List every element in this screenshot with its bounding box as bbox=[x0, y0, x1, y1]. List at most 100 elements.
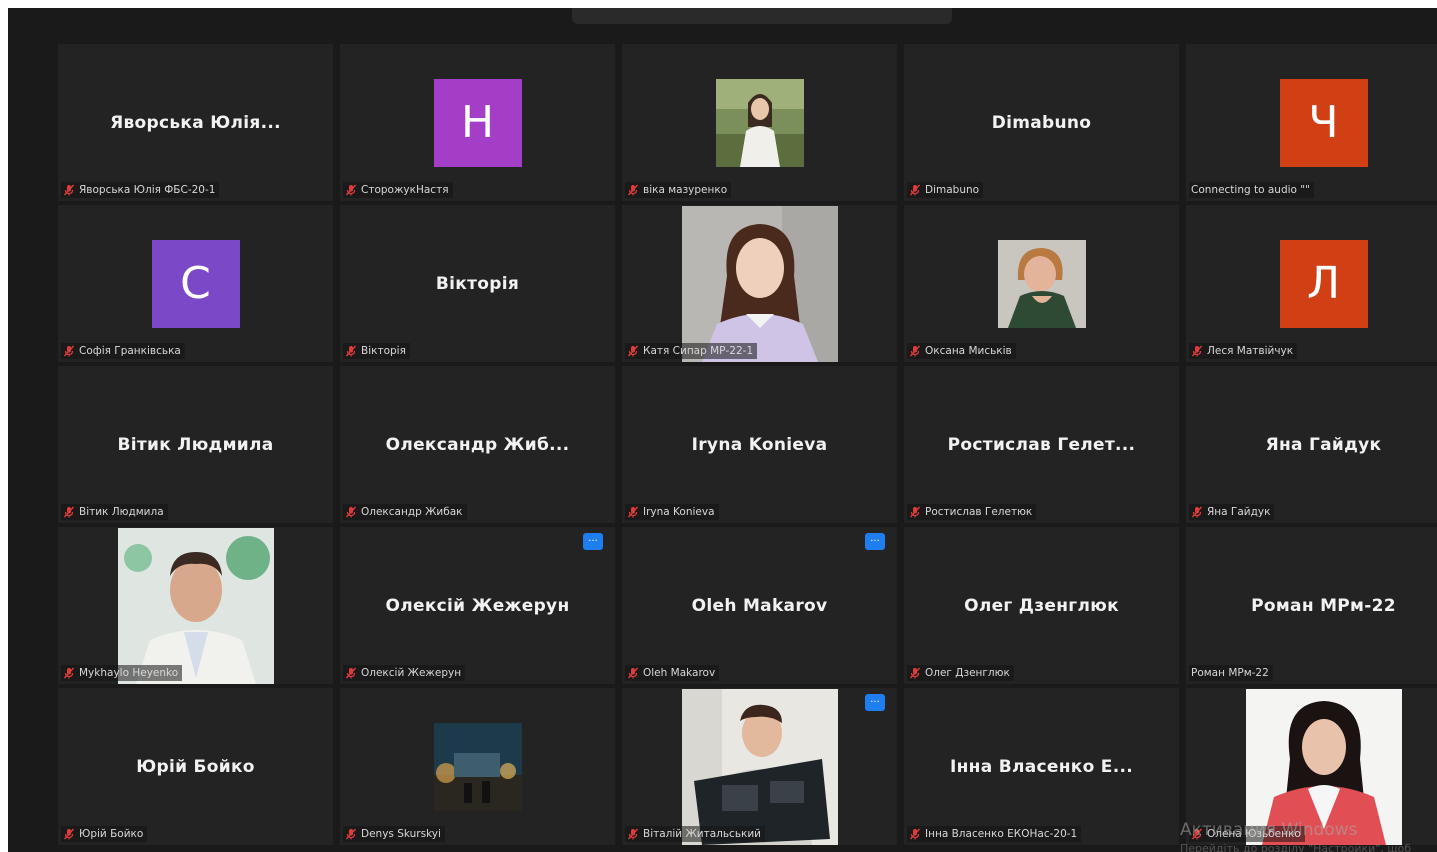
muted-mic-icon bbox=[627, 828, 639, 840]
participant-tile[interactable]: Роман МРм-22 Роман МРм-22 bbox=[1186, 527, 1437, 684]
participant-display-name: Dimabuno bbox=[991, 112, 1092, 133]
more-options-button[interactable]: ... bbox=[865, 533, 885, 550]
participant-label-text: Ростислав Гелетюк bbox=[925, 506, 1033, 518]
participant-tile[interactable]: Олександр Жиб... Олександр Жибак bbox=[340, 366, 615, 523]
participant-tile[interactable]: С Софія Гранківська bbox=[58, 205, 333, 362]
participant-avatar: Н bbox=[433, 78, 522, 167]
participant-name-label: Роман МРм-22 bbox=[1189, 665, 1273, 681]
participant-tile[interactable]: віка мазуренко bbox=[622, 44, 897, 201]
participant-label-text: Катя Сипар МР-22-1 bbox=[643, 345, 754, 357]
night-scene-photo bbox=[433, 722, 522, 811]
participant-label-text: Олексій Жежерун bbox=[361, 667, 462, 679]
participant-label-text: Mykhaylo Heyenko bbox=[79, 667, 179, 679]
participant-name-label: Катя Сипар МР-22-1 bbox=[625, 343, 758, 359]
muted-mic-icon bbox=[909, 828, 921, 840]
muted-mic-icon bbox=[345, 667, 357, 679]
participant-name-label: Олександр Жибак bbox=[343, 504, 467, 520]
participant-label-text: Яна Гайдук bbox=[1207, 506, 1271, 518]
muted-mic-icon bbox=[345, 828, 357, 840]
muted-mic-icon bbox=[1191, 506, 1203, 518]
participant-label-text: Олександр Жибак bbox=[361, 506, 463, 518]
participant-tile[interactable]: Oleh Makarov... Oleh Makarov bbox=[622, 527, 897, 684]
muted-mic-icon bbox=[63, 184, 75, 196]
participant-label-text: Denys Skurskyi bbox=[361, 828, 441, 840]
participant-display-name: Олексій Жежерун bbox=[385, 595, 570, 616]
participant-display-name: Юрій Бойко bbox=[136, 756, 255, 777]
participant-name-label: Ростислав Гелетюк bbox=[907, 504, 1037, 520]
participant-tile[interactable]: Яворська Юлія... Яворська Юлія ФБС-20-1 bbox=[58, 44, 333, 201]
participant-avatar: Л bbox=[1279, 239, 1368, 328]
muted-mic-icon bbox=[909, 506, 921, 518]
participant-display-name: Яворська Юлія... bbox=[110, 112, 281, 133]
participant-name-label: Віталій Житальський bbox=[625, 826, 765, 842]
participant-tile[interactable]: Юрій Бойко Юрій Бойко bbox=[58, 688, 333, 845]
more-options-button[interactable]: ... bbox=[583, 533, 603, 550]
participant-label-text: Леся Матвійчук bbox=[1207, 345, 1294, 357]
participant-label-text: Connecting to audio "" bbox=[1191, 184, 1310, 196]
participant-display-name: Інна Власенко Е... bbox=[950, 756, 1133, 777]
participant-tile[interactable]: Олег Дзенглюк Олег Дзенглюк bbox=[904, 527, 1179, 684]
participant-tile[interactable]: Катя Сипар МР-22-1 bbox=[622, 205, 897, 362]
participant-name-label: СторожукНастя bbox=[343, 182, 453, 198]
participant-tile[interactable]: Н СторожукНастя bbox=[340, 44, 615, 201]
participant-name-label: Вікторія bbox=[343, 343, 410, 359]
woman-in-field-photo bbox=[715, 78, 804, 167]
participant-display-name: Олег Дзенглюк bbox=[964, 595, 1119, 616]
muted-mic-icon bbox=[627, 506, 639, 518]
participant-tile[interactable]: ... Віталій Житальський bbox=[622, 688, 897, 845]
participant-tile[interactable]: Олексій Жежерун... Олексій Жежерун bbox=[340, 527, 615, 684]
participant-tile[interactable]: Dimabuno Dimabuno bbox=[904, 44, 1179, 201]
muted-mic-icon bbox=[345, 184, 357, 196]
participant-tile[interactable]: Iryna Konieva Iryna Konieva bbox=[622, 366, 897, 523]
muted-mic-icon bbox=[345, 506, 357, 518]
participant-label-text: СторожукНастя bbox=[361, 184, 449, 196]
participant-tile[interactable]: Mykhaylo Heyenko bbox=[58, 527, 333, 684]
muted-mic-icon bbox=[627, 667, 639, 679]
participant-name-label: Oleh Makarov bbox=[625, 665, 720, 681]
participant-label-text: Вітик Людмила bbox=[79, 506, 164, 518]
participant-label-text: Вікторія bbox=[361, 345, 406, 357]
participant-label-text: Роман МРм-22 bbox=[1191, 667, 1269, 679]
participant-tile[interactable]: Ч Connecting to audio "" bbox=[1186, 44, 1437, 201]
participant-name-label: віка мазуренко bbox=[625, 182, 732, 198]
muted-mic-icon bbox=[909, 667, 921, 679]
participant-label-text: Софія Гранківська bbox=[79, 345, 181, 357]
participant-name-label: Яна Гайдук bbox=[1189, 504, 1275, 520]
participant-name-label: Iryna Konieva bbox=[625, 504, 719, 520]
participant-display-name: Роман МРм-22 bbox=[1251, 595, 1396, 616]
participant-label-text: Інна Власенко ЕКОНас-20-1 bbox=[925, 828, 1078, 840]
participant-name-label: Інна Власенко ЕКОНас-20-1 bbox=[907, 826, 1082, 842]
participant-tile[interactable]: Оксана Миськів bbox=[904, 205, 1179, 362]
participant-tile[interactable]: Вікторія Вікторія bbox=[340, 205, 615, 362]
top-toolbar[interactable] bbox=[572, 8, 952, 24]
participant-name-label: Олег Дзенглюк bbox=[907, 665, 1014, 681]
participant-label-text: Юрій Бойко bbox=[79, 828, 144, 840]
participant-name-label: Оксана Миськів bbox=[907, 343, 1016, 359]
participant-label-text: Iryna Konieva bbox=[643, 506, 715, 518]
participant-tile[interactable]: Denys Skurskyi bbox=[340, 688, 615, 845]
muted-mic-icon bbox=[627, 345, 639, 357]
meeting-gallery-window: Яворська Юлія... Яворська Юлія ФБС-20-1 Н С… bbox=[8, 8, 1437, 852]
muted-mic-icon bbox=[63, 345, 75, 357]
participant-tile[interactable]: Інна Власенко Е... Інна Власенко ЕКОНас-2… bbox=[904, 688, 1179, 845]
participant-label-text: Oleh Makarov bbox=[643, 667, 716, 679]
more-options-button[interactable]: ... bbox=[865, 694, 885, 711]
participant-tile[interactable]: Яна Гайдук Яна Гайдук bbox=[1186, 366, 1437, 523]
participant-tile[interactable]: Вітик Людмила Вітик Людмила bbox=[58, 366, 333, 523]
participant-name-label: Dimabuno bbox=[907, 182, 984, 198]
young-woman-portrait-photo bbox=[681, 205, 838, 362]
muted-mic-icon bbox=[909, 184, 921, 196]
participant-label-text: Яворська Юлія ФБС-20-1 bbox=[79, 184, 216, 196]
participant-avatar: С bbox=[151, 239, 240, 328]
participant-tile[interactable]: Л Леся Матвійчук bbox=[1186, 205, 1437, 362]
participant-name-label: Софія Гранківська bbox=[61, 343, 185, 359]
participant-name-label: Яворська Юлія ФБС-20-1 bbox=[61, 182, 220, 198]
participant-label-text: Олег Дзенглюк bbox=[925, 667, 1010, 679]
man-portrait-photo bbox=[117, 527, 274, 684]
participant-display-name: Ростислав Гелет... bbox=[947, 434, 1136, 455]
participant-tile[interactable]: Ростислав Гелет... Ростислав Гелетюк bbox=[904, 366, 1179, 523]
muted-mic-icon bbox=[1191, 345, 1203, 357]
participant-label-text: Віталій Житальський bbox=[643, 828, 761, 840]
participant-name-label: Олексій Жежерун bbox=[343, 665, 466, 681]
man-with-book-photo bbox=[681, 688, 838, 845]
